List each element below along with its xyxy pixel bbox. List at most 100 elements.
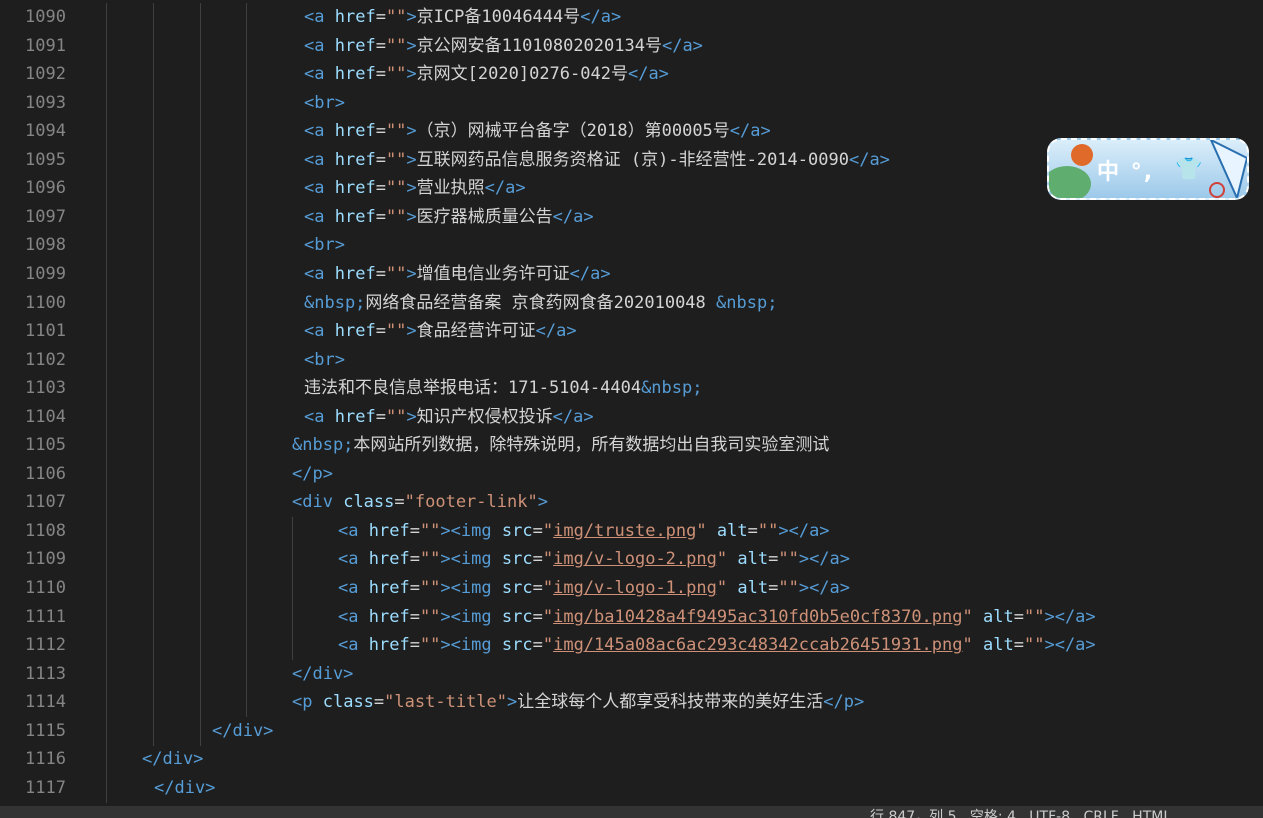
code-token: <p bbox=[292, 692, 313, 713]
code-token: href bbox=[368, 606, 410, 627]
indent-guide bbox=[200, 402, 201, 432]
code-text[interactable]: <a href="">互联网药品信息服务资格证 (京)-非经营性-2014-00… bbox=[304, 146, 890, 174]
code-text[interactable]: <a href="">食品经营许可证</a> bbox=[304, 317, 577, 345]
code-text[interactable]: 违法和不良信息举报电话：171-5104-4404&nbsp; bbox=[304, 374, 702, 402]
indent-guide bbox=[246, 288, 247, 318]
code-text[interactable]: <a href="">增值电信业务许可证</a> bbox=[304, 260, 611, 288]
code-token: img/145a08ac6ac293c48342ccab26451931.png bbox=[553, 635, 963, 656]
indent-guide bbox=[246, 402, 247, 432]
code-text[interactable]: <p class="last-title">让全球每个人都享受科技带来的美好生活… bbox=[292, 688, 864, 716]
code-text[interactable]: &nbsp;网络食品经营备案 京食药网食备202010048 &nbsp; bbox=[304, 289, 777, 317]
code-token: = bbox=[394, 492, 405, 513]
code-line[interactable]: 1106 </p> bbox=[0, 459, 1263, 489]
indent-guide bbox=[153, 574, 154, 603]
code-line[interactable]: 1112 <a href=""><img src="img/145a08ac6ac… bbox=[0, 631, 1263, 661]
indent-guide bbox=[292, 602, 293, 632]
ime-mode-indicator[interactable]: 中 °, bbox=[1097, 154, 1154, 186]
code-text[interactable]: <a href=""><img src="img/145a08ac6ac293c… bbox=[338, 631, 1096, 659]
code-token: href bbox=[334, 206, 376, 227]
code-text[interactable]: <a href="">医疗器械质量公告</a> bbox=[304, 203, 594, 231]
code-line[interactable]: 1104 <a href="">知识产权侵权投诉</a> bbox=[0, 402, 1263, 432]
indent-guide bbox=[106, 231, 107, 261]
code-text[interactable]: <br> bbox=[304, 89, 345, 117]
code-line[interactable]: 1110 <a href=""><img src="img/v-logo-1.pn… bbox=[0, 574, 1263, 603]
code-text[interactable]: <br> bbox=[304, 231, 345, 259]
code-line[interactable]: 1093 <br> bbox=[0, 88, 1263, 118]
code-text[interactable]: <a href="">京ICP备10046444号</a> bbox=[304, 3, 621, 31]
code-token: </a> bbox=[848, 149, 890, 170]
indent-guide bbox=[153, 259, 154, 289]
code-line[interactable]: 1091 <a href="">京公网安备11010802020134号</a> bbox=[0, 31, 1263, 61]
code-line[interactable]: 1102 <br> bbox=[0, 345, 1263, 375]
code-token: = bbox=[768, 549, 779, 570]
line-number: 1110 bbox=[25, 578, 66, 598]
basketball-icon bbox=[1071, 144, 1093, 166]
indent-guide bbox=[292, 631, 293, 661]
code-token: 网络食品经营备案 京食药网食备202010048 bbox=[365, 292, 717, 313]
code-token: > bbox=[1044, 635, 1055, 656]
code-editor[interactable]: 1090 <a href="">京ICP备10046444号</a> 1091 <a … bbox=[0, 0, 1263, 806]
code-token: 食品经营许可证 bbox=[416, 321, 536, 342]
code-line[interactable]: 1090 <a href="">京ICP备10046444号</a> bbox=[0, 3, 1263, 32]
code-text[interactable]: </div> bbox=[212, 717, 273, 745]
code-line[interactable]: 1114 <p class="last-title">让全球每个人都享受科技带来的… bbox=[0, 688, 1263, 718]
code-text[interactable]: </div> bbox=[292, 660, 353, 688]
indent-guide bbox=[106, 402, 107, 432]
code-line[interactable]: 1097 <a href="">医疗器械质量公告</a> bbox=[0, 202, 1263, 232]
indent-guide bbox=[106, 516, 107, 546]
code-token: </a> bbox=[729, 121, 771, 142]
code-line[interactable]: 1109 <a href=""><img src="img/v-logo-2.pn… bbox=[0, 545, 1263, 575]
code-token: <br> bbox=[304, 235, 345, 256]
code-text[interactable]: <a href=""><img src="img/ba10428a4f9495a… bbox=[338, 603, 1096, 631]
code-line[interactable]: 1105 &nbsp;本网站所列数据，除特殊说明，所有数据均出自我司实验室测试 bbox=[0, 431, 1263, 461]
code-line[interactable]: 1099 <a href="">增值电信业务许可证</a> bbox=[0, 259, 1263, 289]
code-token: 知识产权侵权投诉 bbox=[416, 406, 553, 427]
code-line[interactable]: 1113 </div> bbox=[0, 659, 1263, 689]
code-token: 京公网安备11010802020134号 bbox=[416, 35, 662, 56]
code-text[interactable]: <a href="">京公网安备11010802020134号</a> bbox=[304, 32, 703, 60]
ime-mode-char[interactable]: 中 bbox=[1097, 160, 1121, 185]
code-text[interactable]: <a href=""><img src="img/v-logo-1.png" a… bbox=[338, 574, 850, 602]
code-text[interactable]: </div> bbox=[142, 745, 203, 773]
code-line[interactable]: 1107 <div class="footer-link"> bbox=[0, 488, 1263, 518]
code-line[interactable]: 1103 违法和不良信息举报电话：171-5104-4404&nbsp; bbox=[0, 374, 1263, 404]
code-text[interactable]: <a href="">营业执照</a> bbox=[304, 174, 526, 202]
code-token: = bbox=[532, 606, 543, 627]
code-text[interactable]: </p> bbox=[292, 460, 333, 488]
code-line[interactable]: 1100 &nbsp;网络食品经营备案 京食药网食备202010048 &nbsp… bbox=[0, 288, 1263, 318]
code-text[interactable]: </div> bbox=[154, 774, 215, 802]
code-line[interactable]: 1108 <a href=""><img src="img/truste.png"… bbox=[0, 516, 1263, 546]
code-line[interactable]: 1116 </div> bbox=[0, 745, 1263, 775]
code-text[interactable]: &nbsp;本网站所列数据，除特殊说明，所有数据均出自我司实验室测试 bbox=[292, 431, 829, 459]
code-line[interactable]: 1098 <br> bbox=[0, 231, 1263, 261]
code-line[interactable]: 1111 <a href=""><img src="img/ba10428a4f9… bbox=[0, 602, 1263, 632]
code-text[interactable]: <br> bbox=[304, 346, 345, 374]
code-text[interactable]: <a href="">京网文[2020]0276-042号</a> bbox=[304, 60, 669, 88]
ime-toolbar[interactable]: 中 °, 👕 bbox=[1047, 138, 1249, 200]
code-text[interactable]: <a href="">（京）网械平台备字（2018）第00005号</a> bbox=[304, 117, 771, 145]
code-text[interactable]: <a href="">知识产权侵权投诉</a> bbox=[304, 403, 594, 431]
code-token: "" bbox=[419, 635, 441, 656]
code-text[interactable]: <a href=""><img src="img/truste.png" alt… bbox=[338, 517, 830, 545]
code-line[interactable]: 1115 </div> bbox=[0, 716, 1263, 746]
indent-guide bbox=[106, 659, 107, 689]
code-token: href bbox=[334, 35, 376, 56]
code-token: = bbox=[375, 178, 386, 199]
code-text[interactable]: <a href=""><img src="img/v-logo-2.png" a… bbox=[338, 545, 850, 573]
ime-punct-mode[interactable]: °, bbox=[1131, 160, 1154, 185]
code-text[interactable]: <div class="footer-link"> bbox=[292, 488, 548, 516]
indent-guide bbox=[153, 60, 154, 90]
code-token: alt bbox=[737, 549, 769, 570]
shirt-icon[interactable]: 👕 bbox=[1175, 156, 1202, 182]
code-line[interactable]: 1092 <a href="">京网文[2020]0276-042号</a> bbox=[0, 60, 1263, 90]
indent-guide bbox=[200, 231, 201, 261]
indent-guide bbox=[200, 60, 201, 90]
code-line[interactable]: 1101 <a href="">食品经营许可证</a> bbox=[0, 317, 1263, 347]
code-line[interactable]: 1117 </div> bbox=[0, 773, 1263, 803]
code-token: " bbox=[542, 549, 554, 570]
code-token: "" bbox=[385, 35, 407, 56]
